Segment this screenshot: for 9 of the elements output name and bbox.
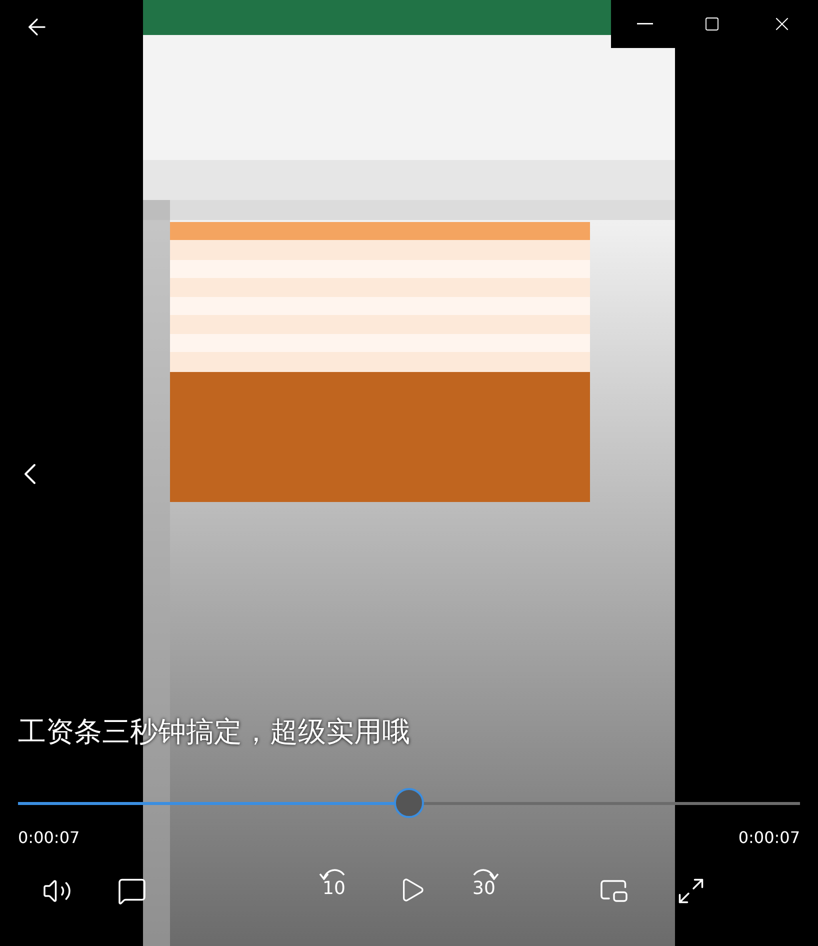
skip-forward-button[interactable]: 30: [464, 866, 504, 908]
total-time: 0:00:07: [738, 827, 800, 849]
minimize-icon: [636, 23, 652, 25]
progress-track[interactable]: [18, 802, 800, 805]
maximize-icon: [704, 16, 720, 32]
elapsed-time: 0:00:07: [18, 827, 80, 849]
skip-back-button[interactable]: 10: [314, 866, 354, 908]
speech-bubble-icon: [117, 876, 147, 906]
expand-arrows-icon: [676, 876, 706, 906]
